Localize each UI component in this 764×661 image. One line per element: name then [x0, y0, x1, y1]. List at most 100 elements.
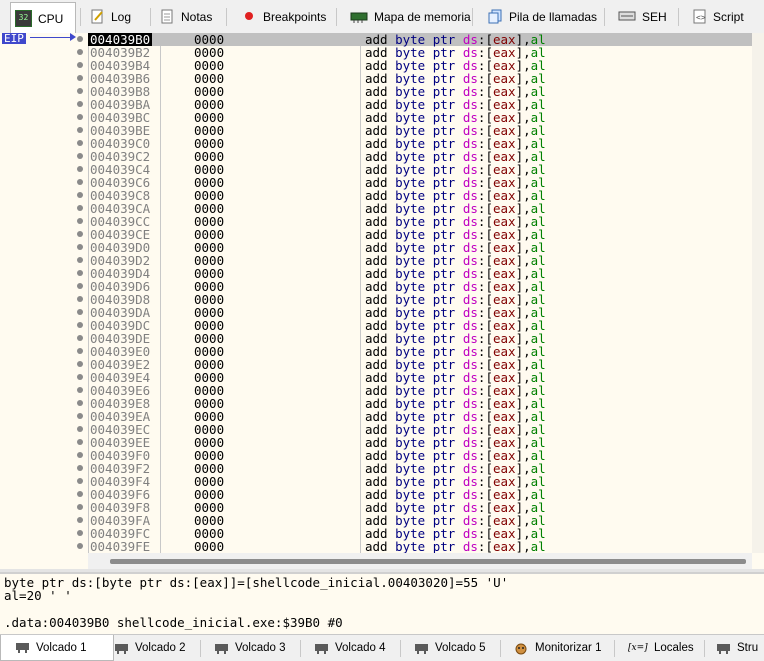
tab-volcado-4[interactable]: Volcado 4 [314, 635, 386, 661]
breakpoint-dot[interactable] [77, 218, 83, 224]
breakpoint-dot[interactable] [77, 387, 83, 393]
tab-monitorizar-1[interactable]: Monitorizar 1 [514, 635, 601, 661]
info-line-1: byte ptr ds:[byte ptr ds:[eax]]=[shellco… [4, 575, 509, 590]
breakpoint-dot[interactable] [77, 335, 83, 341]
tab-label: Volcado 2 [135, 642, 186, 654]
tab-label: Notas [181, 9, 213, 24]
tab-volcado-5[interactable]: Volcado 5 [414, 635, 486, 661]
breakpoint-dot[interactable] [77, 465, 83, 471]
breakpoint-dot[interactable] [77, 62, 83, 68]
gutter[interactable]: EIP [0, 33, 89, 569]
disasm-row[interactable]: 004039FE 0000 add byte ptr ds:[eax],al [88, 540, 752, 553]
instruction: add byte ptr ds:[eax],al [365, 540, 546, 553]
scrollbar-thumb[interactable] [110, 559, 746, 564]
breakpoint-dot[interactable] [77, 491, 83, 497]
address: 004039FE [90, 539, 151, 554]
tab-label: Volcado 5 [435, 642, 486, 654]
tab-mapa-de-memoria[interactable]: Mapa de memoria [350, 3, 471, 30]
tab-label: Volcado 3 [235, 642, 286, 654]
top-tab-bar: 32 CPU Log Notas Breakpoints Mapa de mem… [0, 0, 764, 34]
tab-locales[interactable]: [x=] Locales [628, 635, 694, 661]
breakpoint-dot[interactable] [77, 309, 83, 315]
dump-icon [214, 642, 229, 655]
memory-map-icon [350, 9, 368, 24]
tab-script[interactable]: <> Script [692, 3, 744, 30]
tab-volcado-1[interactable]: Volcado 1 [0, 635, 114, 661]
breakpoint-dot[interactable] [77, 543, 83, 549]
seh-icon [618, 9, 636, 24]
tab-label: CPU [38, 11, 64, 26]
bracket-close: ] [515, 539, 524, 554]
info-line-4: .data:004039B0 shellcode_inicial.exe:$39… [4, 615, 343, 630]
breakpoint-dot[interactable] [77, 114, 83, 120]
breakpoint-dot[interactable] [77, 270, 83, 276]
breakpoint-dot[interactable] [77, 530, 83, 536]
breakpoint-dot[interactable] [77, 140, 83, 146]
horizontal-scrollbar[interactable] [88, 553, 752, 569]
breakpoint-dot[interactable] [77, 179, 83, 185]
breakpoint-dot[interactable] [77, 478, 83, 484]
breakpoint-dot[interactable] [77, 244, 83, 250]
register: eax [492, 539, 516, 554]
tab-volcado-3[interactable]: Volcado 3 [214, 635, 286, 661]
info-box: byte ptr ds:[byte ptr ds:[eax]]=[shellco… [0, 572, 764, 634]
breakpoint-dot[interactable] [77, 205, 83, 211]
breakpoint-dot[interactable] [77, 88, 83, 94]
source-register: al [530, 539, 546, 554]
eip-arrow-head-icon [70, 33, 76, 41]
breakpoint-dot[interactable] [77, 400, 83, 406]
comma: , [523, 539, 531, 554]
breakpoint-dot[interactable] [77, 101, 83, 107]
tab-pila-de-llamadas[interactable]: Pila de llamadas [488, 3, 597, 30]
tab-struct[interactable]: Stru [716, 635, 758, 661]
breakpoint-dot[interactable] [77, 127, 83, 133]
call-stack-icon [488, 9, 503, 24]
tab-notas[interactable]: Notas [160, 3, 212, 30]
breakpoint-dot[interactable] [77, 504, 83, 510]
breakpoint-dot[interactable] [77, 283, 83, 289]
breakpoint-dot[interactable] [77, 374, 83, 380]
breakpoint-dot[interactable] [77, 153, 83, 159]
mnemonic: add [365, 539, 388, 554]
breakpoint-dot[interactable] [77, 413, 83, 419]
cpu-icon: 32 [15, 10, 32, 27]
bytes: 0000 [194, 539, 225, 554]
breakpoint-dot[interactable] [77, 75, 83, 81]
tab-breakpoints[interactable]: Breakpoints [242, 3, 326, 30]
tab-label: Volcado 1 [36, 641, 87, 654]
breakpoint-dot[interactable] [77, 361, 83, 367]
disassembly-view[interactable]: EIP 004039B0 0000 add byte ptr ds:[eax],al… [0, 33, 764, 569]
tab-label: Stru [737, 642, 759, 654]
tab-label: Locales [654, 642, 694, 654]
breakpoint-dot[interactable] [77, 439, 83, 445]
breakpoint-dot[interactable] [77, 166, 83, 172]
breakpoint-dot[interactable] [77, 257, 83, 263]
eip-label: EIP [2, 32, 26, 45]
tab-cpu[interactable]: 32 CPU [10, 2, 76, 34]
breakpoint-dot[interactable] [77, 192, 83, 198]
vertical-scrollbar[interactable] [752, 33, 764, 553]
watch-icon [514, 642, 529, 655]
tab-volcado-2[interactable]: Volcado 2 [114, 635, 186, 661]
dump-icon [15, 641, 30, 654]
tab-label: Mapa de memoria [374, 9, 471, 24]
breakpoint-dot[interactable] [77, 426, 83, 432]
info-line-2: al=20 ' ' [4, 588, 72, 603]
tab-label: Script [713, 9, 744, 24]
breakpoint-icon [242, 9, 257, 24]
breakpoint-dot[interactable] [77, 296, 83, 302]
svg-text:<>: <> [696, 13, 706, 22]
tab-label: Breakpoints [263, 9, 327, 24]
breakpoint-dot[interactable] [77, 348, 83, 354]
breakpoint-dot[interactable] [77, 231, 83, 237]
breakpoint-dot[interactable] [77, 322, 83, 328]
breakpoint-dot[interactable] [77, 49, 83, 55]
breakpoint-dot[interactable] [77, 36, 83, 42]
breakpoint-dot[interactable] [77, 517, 83, 523]
dump-icon [314, 642, 329, 655]
breakpoint-dot[interactable] [77, 452, 83, 458]
tab-label: Pila de llamadas [509, 9, 598, 24]
bottom-tab-bar: Volcado 1 Volcado 2 Volcado 3 Volcado 4 … [0, 634, 764, 661]
tab-seh[interactable]: SEH [618, 3, 667, 30]
tab-log[interactable]: Log [90, 3, 131, 30]
